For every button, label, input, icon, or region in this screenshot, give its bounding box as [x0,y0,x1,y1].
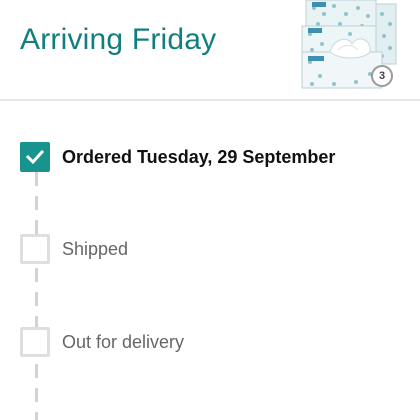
header-divider [0,99,420,101]
timeline-dashed-line [35,172,38,420]
arrival-title: Arriving Friday [20,23,217,56]
step-checkbox-unchecked [20,327,50,357]
header: Arriving Friday 3 [0,0,420,101]
step-label-ordered: Ordered Tuesday, 29 September [62,146,336,167]
timeline-step-ordered: Ordered Tuesday, 29 September [20,141,335,173]
step-checkbox-checked [20,142,50,172]
step-label-out-for-delivery: Out for delivery [62,331,185,352]
quantity-badge: 3 [371,65,393,87]
timeline-step-out-for-delivery: Out for delivery [20,326,184,358]
order-tracking-screen: Arriving Friday 3 Ordered Tuesday, 29 Se… [0,0,420,420]
checkmark-icon [26,150,44,164]
timeline-step-shipped: Shipped [20,233,128,265]
step-label-shipped: Shipped [62,238,129,259]
step-checkbox-unchecked [20,234,50,264]
